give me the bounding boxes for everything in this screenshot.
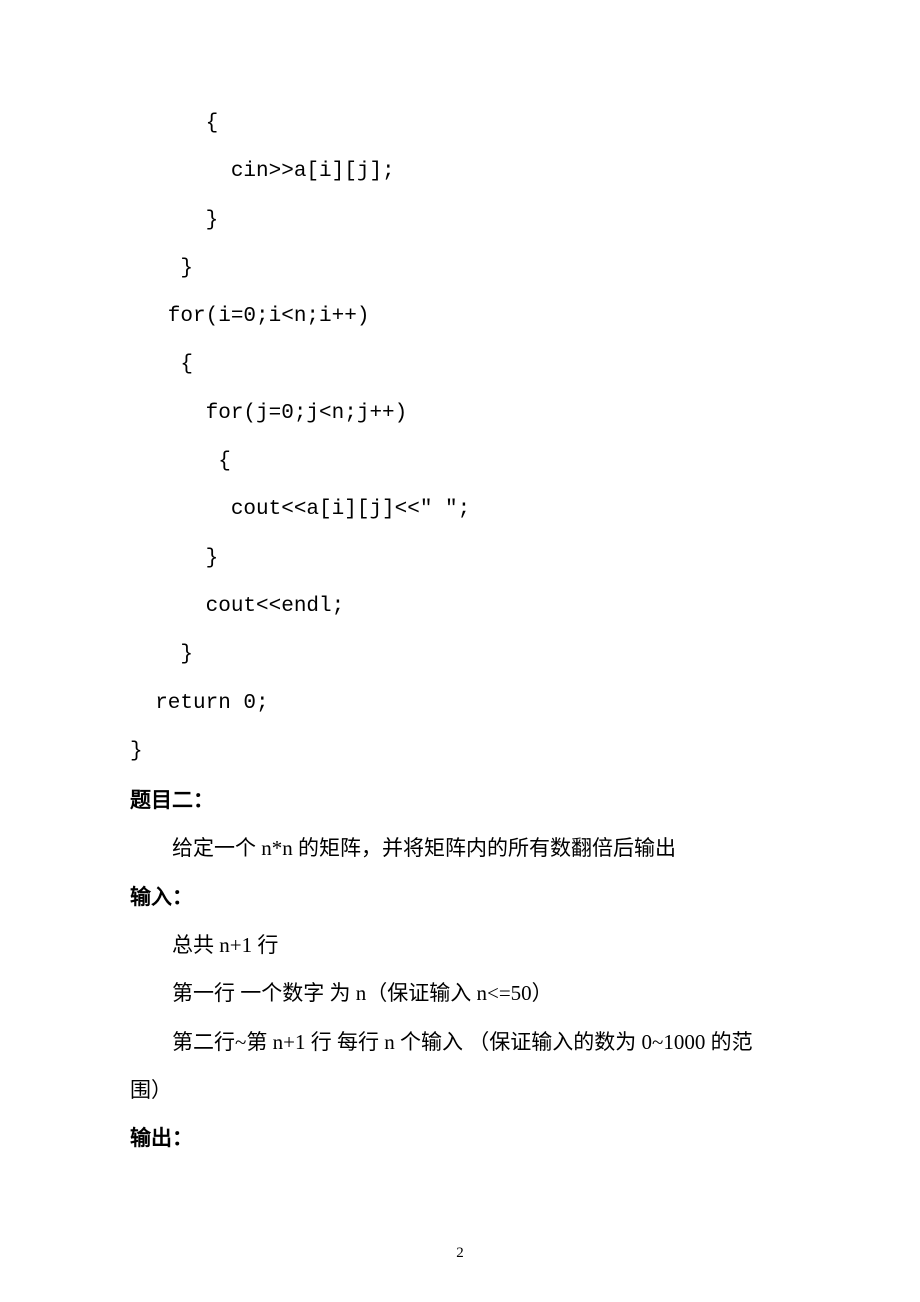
- input-line: 总共 n+1 行: [130, 921, 790, 969]
- document-page: { cin>>a[i][j]; } } for(i=0;i<n;i++) { f…: [0, 0, 920, 1302]
- heading-problem-2: 题目二：: [130, 776, 790, 824]
- input-line: 第二行~第 n+1 行 每行 n 个输入 （保证输入的数为 0~1000 的范: [130, 1018, 790, 1066]
- heading-input: 输入：: [130, 873, 790, 921]
- code-line: }: [130, 535, 790, 583]
- code-line: {: [130, 438, 790, 486]
- code-line: }: [130, 728, 790, 776]
- code-line: }: [130, 197, 790, 245]
- heading-output: 输出：: [130, 1114, 790, 1162]
- code-line: {: [130, 100, 790, 148]
- code-line: }: [130, 631, 790, 679]
- code-line: return 0;: [130, 680, 790, 728]
- code-line: for(i=0;i<n;i++): [130, 293, 790, 341]
- code-line: for(j=0;j<n;j++): [130, 390, 790, 438]
- code-line: cin>>a[i][j];: [130, 148, 790, 196]
- problem-description: 给定一个 n*n 的矩阵，并将矩阵内的所有数翻倍后输出: [130, 824, 790, 872]
- page-number: 2: [0, 1245, 920, 1262]
- code-line: {: [130, 341, 790, 389]
- input-line-continuation: 围）: [130, 1066, 790, 1114]
- code-line: cout<<a[i][j]<<" ";: [130, 486, 790, 534]
- code-line: cout<<endl;: [130, 583, 790, 631]
- input-line: 第一行 一个数字 为 n（保证输入 n<=50）: [130, 969, 790, 1017]
- code-line: }: [130, 245, 790, 293]
